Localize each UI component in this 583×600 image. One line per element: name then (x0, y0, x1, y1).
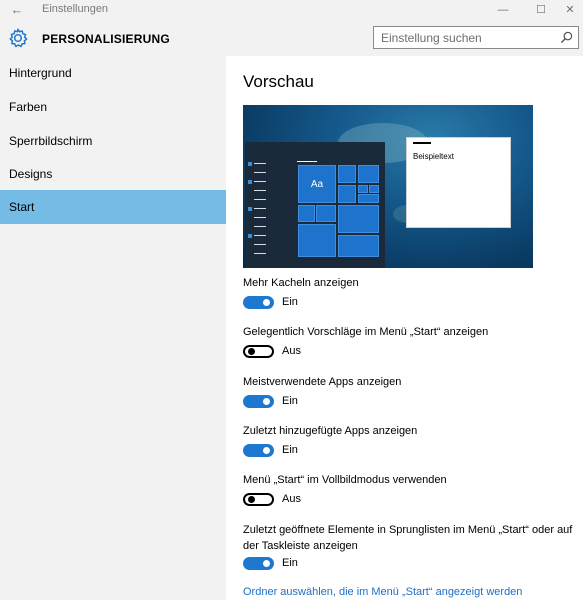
toggle-more-tiles[interactable] (243, 296, 274, 309)
title-bar: ← Einstellungen — ☐ ✕ (0, 0, 583, 20)
sample-text: Beispieltext (413, 152, 454, 161)
preview-sample-window: Beispieltext (406, 137, 511, 228)
toggle-suggestions[interactable] (243, 345, 274, 358)
option-label: Zuletzt hinzugefügte Apps anzeigen (243, 425, 418, 437)
main-content: Vorschau Aa Beispieltext Mehr Kacheln an… (226, 56, 583, 600)
toggle-state: Aus (282, 345, 301, 357)
sidebar-item-farben[interactable]: Farben (0, 90, 226, 124)
gear-icon (9, 28, 28, 48)
toggle-state: Aus (282, 493, 301, 505)
close-button[interactable]: ✕ (557, 0, 583, 20)
toggle-state: Ein (282, 557, 298, 569)
toggle-state: Ein (282, 395, 298, 407)
choose-folders-link[interactable]: Ordner auswählen, die im Menü „Start“ an… (243, 586, 522, 598)
option-label: Meistverwendete Apps anzeigen (243, 376, 402, 388)
toggle-recently-added-apps[interactable] (243, 444, 274, 457)
preview-start-menu: Aa (245, 142, 385, 268)
sidebar-item-hintergrund[interactable]: Hintergrund (0, 56, 226, 90)
start-preview: Aa Beispieltext (243, 105, 533, 268)
option-label: Gelegentlich Vorschläge im Menü „Start“ … (243, 326, 489, 338)
search-icon[interactable] (560, 31, 573, 44)
toggle-most-used-apps[interactable] (243, 395, 274, 408)
sidebar: Hintergrund Farben Sperrbildschirm Desig… (0, 56, 226, 600)
search-input[interactable] (374, 27, 554, 48)
preview-app-list (245, 142, 271, 268)
option-label: Menü „Start“ im Vollbildmodus verwenden (243, 474, 447, 486)
maximize-button[interactable]: ☐ (526, 0, 556, 20)
option-label: Zuletzt geöffnete Elemente in Sprunglist… (243, 524, 573, 552)
toggle-fullscreen-start[interactable] (243, 493, 274, 506)
preview-tile: Aa (298, 165, 336, 203)
sidebar-item-designs[interactable]: Designs (0, 157, 226, 191)
toggle-state: Ein (282, 444, 298, 456)
header: PERSONALISIERUNG (0, 20, 583, 56)
search-box[interactable] (373, 26, 579, 49)
minimize-button[interactable]: — (488, 0, 518, 20)
window-title: Einstellungen (42, 3, 109, 15)
sidebar-item-start[interactable]: Start (0, 190, 226, 224)
preview-heading: Vorschau (243, 72, 314, 91)
sidebar-item-sperrbildschirm[interactable]: Sperrbildschirm (0, 124, 226, 158)
toggle-jump-lists[interactable] (243, 557, 274, 570)
page-title: PERSONALISIERUNG (42, 32, 170, 46)
toggle-state: Ein (282, 296, 298, 308)
back-arrow-icon[interactable]: ← (6, 1, 28, 19)
option-label: Mehr Kacheln anzeigen (243, 277, 359, 289)
